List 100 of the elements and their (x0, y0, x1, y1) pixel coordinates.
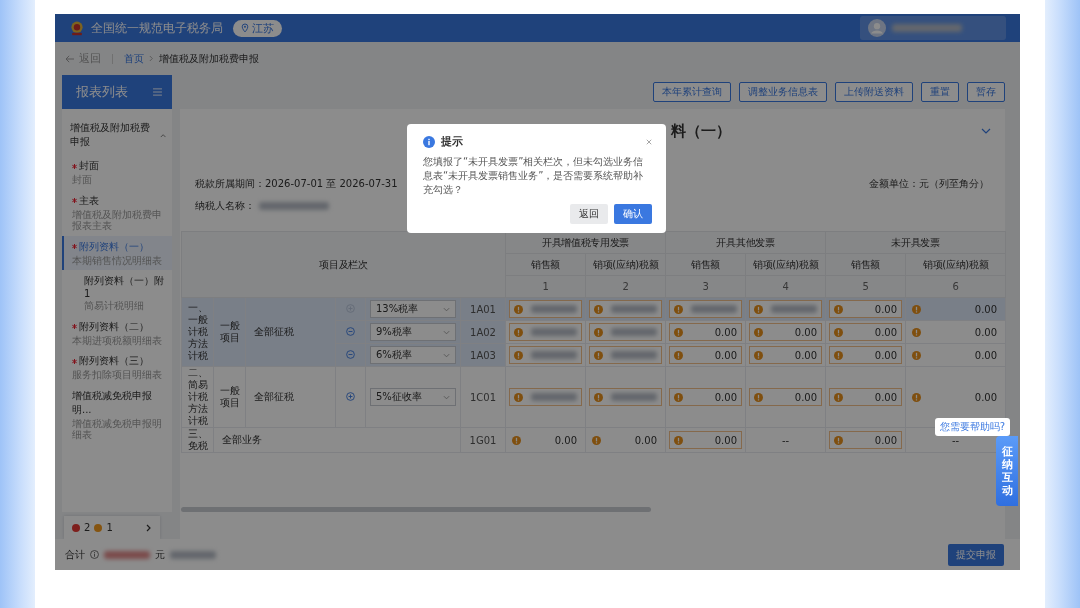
back-arrow-icon (65, 54, 75, 63)
warning-icon (754, 327, 763, 337)
region-selector[interactable]: 江苏 (233, 19, 282, 37)
blurred-value (892, 24, 962, 32)
close-icon[interactable] (646, 138, 652, 145)
dialog-button[interactable]: 返回 (570, 204, 608, 224)
amount-field[interactable] (589, 300, 662, 318)
toolbar-button[interactable]: 本年累计查询 (653, 82, 731, 102)
amount-field[interactable] (509, 300, 582, 318)
warning-icon (834, 304, 844, 314)
amount-field[interactable] (749, 300, 823, 318)
sidebar-group[interactable]: 增值税及附加税费申报 (62, 121, 172, 155)
warning-icon (834, 392, 844, 402)
warning-icon (754, 392, 763, 402)
warning-icon (834, 350, 844, 360)
amount-field[interactable] (589, 388, 662, 406)
toolbar-button[interactable]: 调整业务信息表 (739, 82, 827, 102)
next-icon[interactable] (146, 523, 152, 532)
blurred-value (259, 202, 329, 210)
amount-field[interactable]: 0.00 (749, 323, 823, 341)
emblem-icon (69, 20, 85, 36)
warning-count: 1 (106, 522, 113, 533)
warning-icon (514, 392, 523, 402)
blurred-value (531, 328, 577, 336)
scrollbar[interactable] (181, 507, 651, 512)
amount-field[interactable] (669, 300, 742, 318)
item-title: 封面 (79, 159, 99, 173)
item-title: 增值税减免税申报明... (72, 388, 153, 417)
amount-field[interactable]: 0.00 (829, 388, 903, 406)
warning-icon (94, 523, 103, 532)
toolbar-button[interactable]: 暂存 (967, 82, 1005, 102)
table-cell: 全部业务 (213, 427, 461, 453)
amount-field[interactable] (509, 323, 582, 341)
cell-value: 0.00 (974, 303, 998, 315)
amount-field[interactable] (589, 346, 662, 364)
cell-value: 0.00 (974, 349, 998, 361)
amount-field[interactable]: 0.00 (829, 300, 903, 318)
column-header: 开具增值税专用发票 (505, 231, 666, 254)
submit-button[interactable]: 提交申报 (948, 543, 1004, 566)
currency-label: 元 (155, 547, 165, 562)
warning-icon (674, 304, 683, 314)
blurred-value (611, 351, 657, 359)
rate-select[interactable]: 13%税率 (370, 300, 456, 318)
rate-select[interactable]: 5%征收率 (370, 388, 456, 406)
amount-field[interactable]: 0.00 (669, 431, 742, 449)
warning-icon (912, 350, 922, 360)
blurred-value (531, 305, 577, 313)
row-code: 1C01 (460, 366, 506, 428)
table-cell: 全部征税 (245, 366, 336, 428)
amount-field[interactable]: 0.00 (669, 323, 742, 341)
amount-field[interactable]: 0.00 (749, 346, 823, 364)
breadcrumb-link[interactable]: 首页 (124, 51, 144, 66)
blurred-value (611, 305, 657, 313)
amount-field[interactable]: 0.00 (669, 388, 742, 406)
amount-field[interactable]: 0.00 (829, 323, 903, 341)
section-label: 二、简易计税方法计税 (181, 366, 214, 428)
remove-icon[interactable] (346, 349, 355, 359)
amount-field[interactable]: 0.00 (829, 431, 903, 449)
cell-value: -- (781, 434, 790, 446)
rate-select[interactable]: 6%税率 (370, 346, 456, 364)
rate-select[interactable]: 9%税率 (370, 323, 456, 341)
warning-icon (834, 435, 844, 445)
amount-field[interactable] (589, 323, 662, 341)
toolbar-button[interactable]: 上传附送资料 (835, 82, 913, 102)
add-icon[interactable] (346, 391, 355, 401)
collapse-icon[interactable] (981, 128, 991, 134)
caret-icon (443, 394, 450, 400)
column-header: 项目及栏次 (181, 231, 506, 298)
form-title: 料（一） (671, 121, 731, 141)
amount-field[interactable] (509, 388, 582, 406)
error-count: 2 (84, 522, 91, 533)
dialog-title: 提示 (441, 134, 463, 149)
item-title: 附列资料（二） (79, 319, 149, 334)
issue-summary[interactable]: 2 1 (64, 516, 160, 539)
group-label: 增值税及附加税费申报 (70, 121, 151, 149)
warning-icon (674, 350, 683, 360)
help-bubble[interactable]: 您需要帮助吗? (934, 418, 1010, 436)
amount-field[interactable]: 0.00 (749, 388, 823, 406)
breadcrumb-link[interactable]: 增值税及附加税费申报 (159, 51, 259, 66)
item-title: 主表 (79, 193, 99, 208)
amount-field[interactable]: 0.00 (669, 346, 742, 364)
dialog-button[interactable]: 确认 (614, 204, 652, 224)
warning-icon (512, 435, 521, 445)
column-header: 开具其他发票 (665, 231, 826, 254)
row-code: 1G01 (460, 427, 506, 453)
required-icon (72, 198, 77, 203)
amount-field[interactable] (509, 346, 582, 364)
list-icon[interactable] (153, 88, 162, 96)
error-icon (72, 523, 80, 532)
help-button[interactable]: 征纳互动 (996, 436, 1018, 506)
toolbar-button[interactable]: 重置 (921, 82, 959, 102)
amount-field[interactable]: 0.00 (829, 346, 903, 364)
blurred-value (531, 351, 577, 359)
blurred-value (170, 550, 216, 559)
caret-icon (443, 306, 450, 312)
blurred-value (611, 328, 657, 336)
period-text: 税款所属期间：2026-07-01 至 2026-07-31 (195, 177, 398, 191)
table-cell: 全部征税 (245, 297, 336, 367)
blurred-value (771, 305, 818, 313)
remove-icon[interactable] (346, 326, 355, 336)
